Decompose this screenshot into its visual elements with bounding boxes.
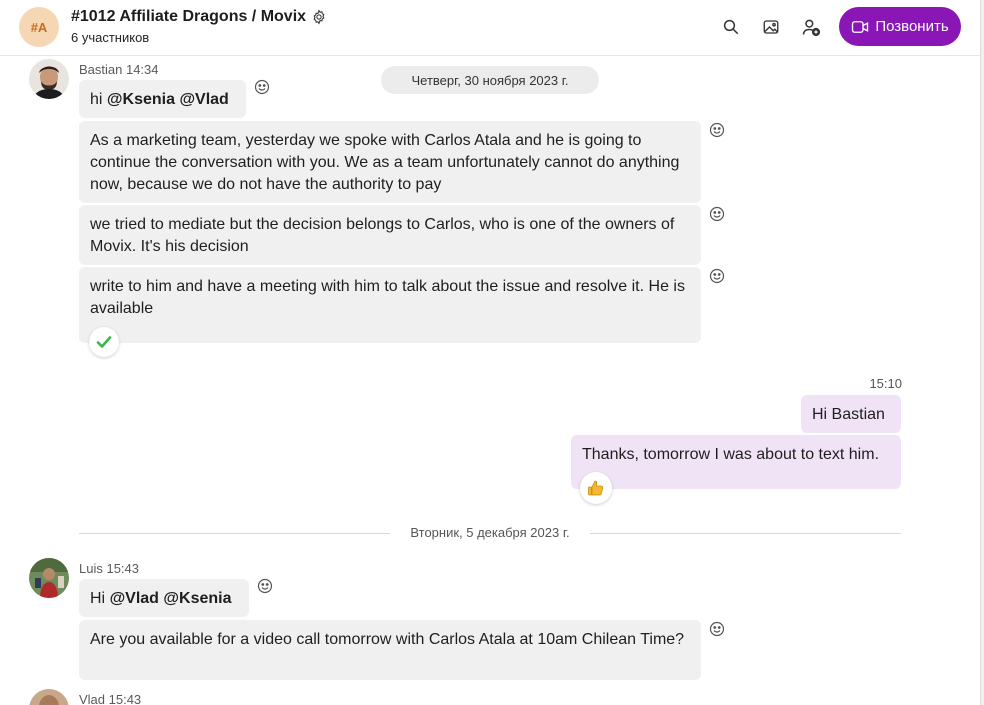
message-time: 15:10 bbox=[869, 376, 902, 391]
participants-count[interactable]: 6 участников bbox=[71, 30, 149, 45]
video-call-icon bbox=[852, 20, 869, 33]
mention[interactable]: @Ksenia bbox=[163, 590, 231, 607]
message-bubble[interactable]: Are you available for a video call tomor… bbox=[79, 620, 701, 680]
date-separator: Четверг, 30 ноября 2023 г. bbox=[381, 66, 599, 94]
message-text: Hi bbox=[90, 590, 110, 607]
message-bubble[interactable]: write to him and have a meeting with him… bbox=[79, 267, 701, 343]
own-message-bubble[interactable]: Hi Bastian bbox=[801, 395, 901, 433]
thumbs-up-icon bbox=[588, 480, 604, 496]
avatar[interactable] bbox=[29, 558, 69, 598]
add-reaction-icon[interactable] bbox=[254, 79, 270, 95]
message-text: Thanks, tomorrow I was about to text him… bbox=[582, 446, 880, 463]
gallery-icon[interactable] bbox=[760, 16, 782, 38]
chat-title-row[interactable]: #1012 Affiliate Dragons / Movix bbox=[71, 8, 327, 26]
mention[interactable]: @Vlad bbox=[179, 91, 228, 108]
call-button[interactable]: Позвонить bbox=[839, 7, 961, 46]
chat-title[interactable]: #1012 Affiliate Dragons / Movix bbox=[71, 8, 306, 26]
message-text: hi bbox=[90, 91, 107, 108]
message-bubble[interactable]: Hi @Vlad @Ksenia bbox=[79, 579, 249, 617]
like-reaction[interactable] bbox=[580, 472, 612, 504]
sender-name: Luis 15:43 bbox=[79, 561, 139, 576]
message-bubble[interactable]: we tried to mediate but the decision bel… bbox=[79, 205, 701, 265]
call-button-label: Позвонить bbox=[875, 18, 949, 35]
message-bubble[interactable]: As a marketing team, yesterday we spoke … bbox=[79, 121, 701, 203]
avatar[interactable] bbox=[29, 59, 69, 99]
add-person-icon[interactable] bbox=[800, 16, 822, 38]
message-text: Are you available for a video call tomor… bbox=[90, 631, 685, 648]
sender-name: Vlad 15:43 bbox=[79, 692, 142, 705]
add-reaction-icon[interactable] bbox=[709, 268, 725, 284]
checkmark-icon bbox=[96, 336, 112, 348]
divider bbox=[590, 533, 901, 534]
message-text: As a marketing team, yesterday we spoke … bbox=[90, 132, 680, 193]
add-reaction-icon[interactable] bbox=[257, 578, 273, 594]
own-message-bubble[interactable]: Thanks, tomorrow I was about to text him… bbox=[571, 435, 901, 489]
search-icon[interactable] bbox=[720, 16, 742, 38]
chat-header: #A #1012 Affiliate Dragons / Movix 6 уча… bbox=[0, 0, 980, 56]
add-reaction-icon[interactable] bbox=[709, 621, 725, 637]
date-separator: Вторник, 5 декабря 2023 г. bbox=[410, 525, 570, 540]
message-text: we tried to mediate but the decision bel… bbox=[90, 216, 675, 255]
message-bubble[interactable]: hi @Ksenia @Vlad bbox=[79, 80, 246, 118]
avatar[interactable] bbox=[29, 689, 69, 705]
check-reaction[interactable] bbox=[89, 327, 119, 357]
message-text: Hi Bastian bbox=[812, 406, 885, 423]
message-text: write to him and have a meeting with him… bbox=[90, 278, 685, 317]
sender-name: Bastian 14:34 bbox=[79, 62, 159, 77]
group-avatar[interactable]: #A bbox=[19, 7, 59, 47]
add-reaction-icon[interactable] bbox=[709, 206, 725, 222]
mention[interactable]: @Ksenia bbox=[107, 91, 175, 108]
add-reaction-icon[interactable] bbox=[709, 122, 725, 138]
window-edge bbox=[980, 0, 984, 705]
divider bbox=[79, 533, 390, 534]
mention[interactable]: @Vlad bbox=[110, 590, 159, 607]
gear-icon[interactable] bbox=[311, 9, 327, 25]
